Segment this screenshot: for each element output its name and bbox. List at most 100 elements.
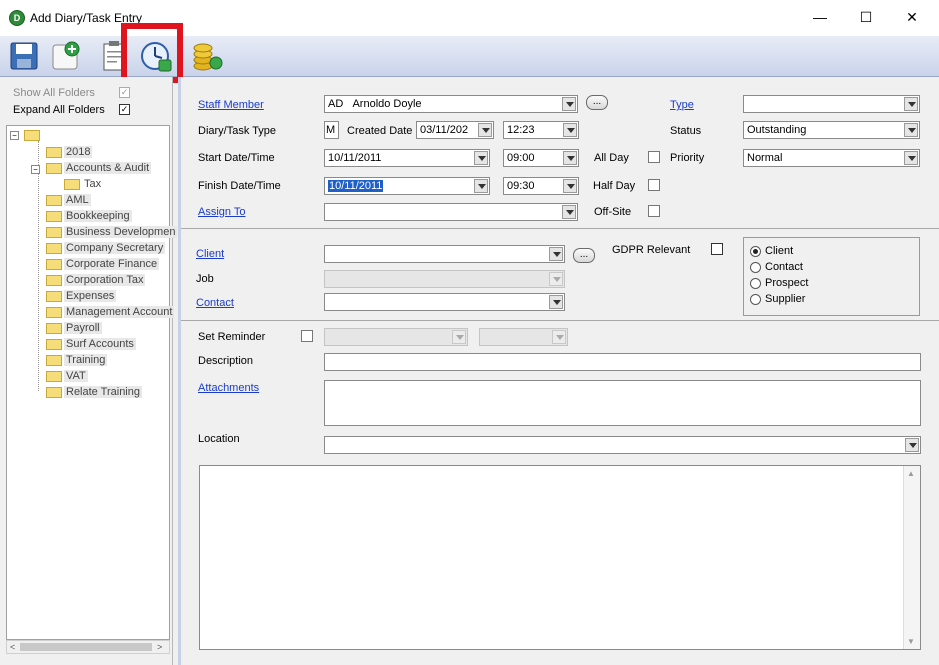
chevron-down-icon[interactable] bbox=[562, 97, 576, 111]
close-button[interactable]: ✕ bbox=[889, 0, 935, 34]
scroll-right-icon[interactable]: > bbox=[157, 642, 162, 652]
radio-label: Client bbox=[765, 245, 794, 257]
task-type-label: Diary/Task Type bbox=[198, 125, 277, 137]
folder-icon bbox=[46, 243, 62, 254]
staff-lookup-button[interactable]: ... bbox=[586, 95, 608, 110]
scroll-down-icon[interactable]: ▼ bbox=[907, 637, 915, 646]
folder-icon bbox=[24, 130, 40, 141]
chevron-down-icon[interactable] bbox=[563, 151, 577, 165]
radio-button[interactable] bbox=[750, 262, 761, 273]
attachments-box[interactable] bbox=[324, 380, 921, 426]
collapse-icon[interactable]: − bbox=[10, 131, 19, 140]
folder-icon bbox=[46, 371, 62, 382]
expand-all-folders-checkbox[interactable]: ✓ bbox=[119, 104, 130, 115]
chevron-down-icon[interactable] bbox=[478, 123, 492, 137]
created-date-field[interactable]: 03/11/202 bbox=[416, 121, 494, 139]
finish-time-field[interactable]: 09:30 bbox=[503, 177, 579, 195]
reminder-time-select[interactable] bbox=[479, 328, 568, 346]
chevron-down-icon[interactable] bbox=[552, 330, 566, 344]
assign-to-link[interactable]: Assign To bbox=[198, 206, 246, 218]
finish-datetime-label: Finish Date/Time bbox=[198, 180, 281, 192]
minimize-button[interactable]: — bbox=[797, 0, 843, 34]
collapse-icon[interactable]: − bbox=[31, 165, 40, 174]
off-site-checkbox[interactable] bbox=[648, 205, 660, 217]
tree-item-label: Tax bbox=[84, 178, 102, 190]
chevron-down-icon[interactable] bbox=[549, 247, 563, 261]
vertical-scrollbar[interactable]: ▲ ▼ bbox=[903, 466, 920, 649]
client-link[interactable]: Client bbox=[196, 248, 224, 260]
notes-textarea[interactable]: ▲ ▼ bbox=[199, 465, 921, 650]
type-select[interactable] bbox=[743, 95, 920, 113]
chevron-down-icon[interactable] bbox=[549, 295, 563, 309]
gdpr-relevant-label: GDPR Relevant bbox=[612, 244, 691, 256]
status-value: Outstanding bbox=[747, 124, 807, 136]
created-date-value: 03/11/202 bbox=[420, 124, 469, 136]
app-icon: D bbox=[9, 10, 25, 26]
maximize-button[interactable]: ☐ bbox=[843, 0, 889, 34]
task-type-field[interactable]: M bbox=[324, 121, 339, 139]
tree-item-label: VAT bbox=[64, 370, 88, 382]
entity-type-group: Client Contact Prospect Supplier bbox=[743, 237, 920, 316]
horizontal-scrollbar[interactable]: < > bbox=[6, 640, 170, 654]
chevron-down-icon[interactable] bbox=[474, 179, 488, 193]
billing-coins-icon[interactable] bbox=[191, 39, 223, 73]
all-day-label: All Day bbox=[594, 152, 629, 164]
tree-item-label: 2018 bbox=[64, 146, 93, 158]
finish-date-value: 10/11/2011 bbox=[328, 180, 384, 192]
scroll-thumb[interactable] bbox=[20, 643, 152, 651]
chevron-down-icon[interactable] bbox=[562, 205, 576, 219]
reminder-date-select[interactable] bbox=[324, 328, 468, 346]
radio-button[interactable] bbox=[750, 246, 761, 257]
staff-member-select[interactable]: AD Arnoldo Doyle bbox=[324, 95, 578, 113]
scroll-left-icon[interactable]: < bbox=[10, 642, 15, 652]
scroll-up-icon[interactable]: ▲ bbox=[907, 469, 915, 478]
staff-initials: AD bbox=[328, 98, 344, 110]
location-select[interactable] bbox=[324, 436, 921, 454]
finish-date-field[interactable]: 10/11/2011 bbox=[324, 177, 490, 195]
chevron-down-icon[interactable] bbox=[563, 123, 577, 137]
half-day-checkbox[interactable] bbox=[648, 179, 660, 191]
folder-icon bbox=[46, 291, 62, 302]
radio-button[interactable] bbox=[750, 278, 761, 289]
start-date-field[interactable]: 10/11/2011 bbox=[324, 149, 490, 167]
chevron-down-icon[interactable] bbox=[904, 151, 918, 165]
chevron-down-icon[interactable] bbox=[452, 330, 466, 344]
chevron-down-icon[interactable] bbox=[904, 123, 918, 137]
created-time-field[interactable]: 12:23 bbox=[503, 121, 579, 139]
set-reminder-checkbox[interactable] bbox=[301, 330, 313, 342]
tree-item-label: Corporate Finance bbox=[64, 258, 160, 270]
set-reminder-label: Set Reminder bbox=[198, 331, 266, 343]
radio-button[interactable] bbox=[750, 294, 761, 305]
show-all-folders-checkbox[interactable]: ✓ bbox=[119, 87, 130, 98]
folder-tree[interactable]: − 2018 − Accounts & Audit Tax AML Bookke… bbox=[6, 125, 178, 640]
staff-name: Arnoldo Doyle bbox=[352, 98, 422, 110]
gdpr-relevant-checkbox[interactable] bbox=[711, 243, 723, 255]
all-day-checkbox[interactable] bbox=[648, 151, 660, 163]
start-time-field[interactable]: 09:00 bbox=[503, 149, 579, 167]
assign-to-select[interactable] bbox=[324, 203, 578, 221]
status-select[interactable]: Outstanding bbox=[743, 121, 920, 139]
job-select[interactable] bbox=[324, 270, 565, 288]
priority-select[interactable]: Normal bbox=[743, 149, 920, 167]
client-lookup-button[interactable]: ... bbox=[573, 248, 595, 263]
contact-select[interactable] bbox=[324, 293, 565, 311]
save-icon[interactable] bbox=[8, 39, 40, 73]
attachments-link[interactable]: Attachments bbox=[198, 382, 259, 394]
type-link[interactable]: Type bbox=[670, 99, 694, 111]
client-select[interactable] bbox=[324, 245, 565, 263]
staff-member-link[interactable]: Staff Member bbox=[198, 99, 264, 111]
folder-icon bbox=[46, 387, 62, 398]
contact-link[interactable]: Contact bbox=[196, 297, 234, 309]
add-new-icon[interactable] bbox=[50, 39, 82, 73]
description-label: Description bbox=[198, 355, 254, 367]
folder-icon bbox=[46, 195, 62, 206]
section-divider bbox=[181, 228, 939, 229]
chevron-down-icon[interactable] bbox=[563, 179, 577, 193]
tree-item-label: Surf Accounts bbox=[64, 338, 136, 350]
chevron-down-icon[interactable] bbox=[474, 151, 488, 165]
description-input[interactable] bbox=[324, 353, 921, 371]
chevron-down-icon[interactable] bbox=[905, 438, 919, 452]
start-time-value: 09:00 bbox=[507, 152, 535, 164]
chevron-down-icon[interactable] bbox=[904, 97, 918, 111]
chevron-down-icon[interactable] bbox=[549, 272, 563, 286]
